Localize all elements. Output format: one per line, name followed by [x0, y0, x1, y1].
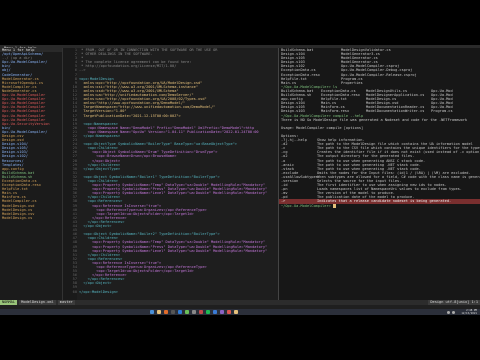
notes-icon[interactable] [234, 310, 238, 314]
code-line: </opc:ModelDesign> [79, 289, 118, 294]
editor-pane[interactable]: 1 2 3 4 5 6 7 8 9 10 11 12 13 14 15 16 17 18 19 20 21 22 23 24 2… [63, 48, 279, 300]
files-icon[interactable] [157, 310, 161, 314]
terminal-line: Design.v103 MainForm.resx ModelDocumentati… [279, 109, 480, 113]
network-icon[interactable] [447, 310, 450, 314]
terminal-cell: Properties [341, 80, 363, 85]
terminal-prompt[interactable]: ~/Opc.Ua.ModelCompiler> [279, 203, 480, 208]
code-line: <opc:Property SymbolicName="Press" DataT… [79, 244, 268, 249]
chat-icon[interactable] [185, 310, 189, 314]
terminal-cursor [332, 203, 336, 208]
terminal-message: There is NO Go ModelDesign file was gene… [281, 117, 468, 122]
line-number-gutter: 1 2 3 4 5 6 7 8 9 10 11 12 13 14 15 16 17 18 19 20 21 22 23 24 2… [63, 48, 77, 300]
terminal-cell: ModelDocumentationWriter.cs [366, 109, 425, 114]
mail-icon[interactable] [213, 310, 217, 314]
code-area[interactable]: * FROM, OUT OF OR IN CONNECTION WITH THE… [79, 48, 277, 294]
letterbox-bottom [0, 315, 480, 360]
terminal-cell: MainForm.resx [321, 109, 350, 114]
music-icon[interactable] [206, 310, 210, 314]
line-number: 60 [72, 289, 77, 294]
calendar-icon[interactable] [227, 310, 231, 314]
option-desc: Indicates that a release candidate nodes… [317, 199, 452, 204]
start-menu-icon[interactable] [150, 310, 154, 314]
tree-item[interactable]: ModelDesign.cs [0, 216, 62, 220]
desktop: Menu 1 for help Menu 1 for help/opt/Open… [0, 45, 480, 315]
terminal-pane[interactable]: BuildSchema.bat ModelDesignValidator.cs De… [279, 48, 480, 300]
option-flag: -r [281, 199, 286, 204]
terminal-icon[interactable] [171, 310, 175, 314]
video-icon[interactable] [199, 310, 203, 314]
editor-icon[interactable] [178, 310, 182, 314]
letterbox-top [0, 0, 480, 45]
store-icon[interactable] [220, 310, 224, 314]
firefox-icon[interactable] [164, 310, 168, 314]
code-line: <opc:Property SymbolicName="Temp" DataTy… [79, 240, 266, 245]
terminal-cell: Design.v103 [281, 109, 305, 114]
file-tree-pane[interactable]: Menu 1 for help/opt/OpenApiSchema/../ (u… [0, 48, 63, 300]
settings-icon[interactable] [192, 310, 196, 314]
volume-icon[interactable] [452, 310, 455, 314]
terminal-cell: Program.cs [431, 109, 453, 114]
terminal-option: -r Indicates that a release candidate nod… [279, 199, 480, 204]
